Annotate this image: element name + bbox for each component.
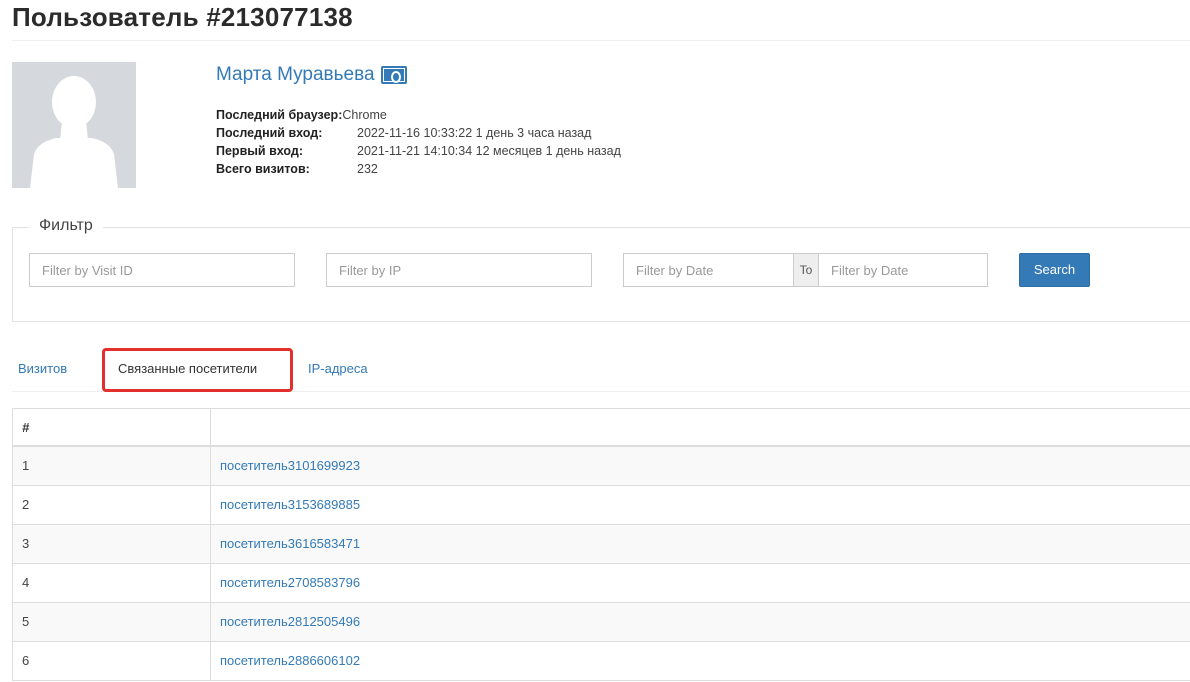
visitor-link[interactable]: посетитель2886606102 (211, 642, 1190, 680)
date-range-to-label: To (794, 253, 818, 287)
row-number: 2 (13, 486, 211, 524)
table-row: 6 посетитель2886606102 (13, 642, 1190, 681)
table-row: 1 посетитель3101699923 (13, 447, 1190, 486)
row-number: 5 (13, 603, 211, 641)
row-number: 6 (13, 642, 211, 680)
filter-panel: Фильтр To Search (12, 217, 1190, 322)
active-tab-highlight (102, 348, 293, 392)
table-row: 3 посетитель3616583471 (13, 525, 1190, 564)
visitor-link[interactable]: посетитель3153689885 (211, 486, 1190, 524)
user-name-link[interactable]: Марта Муравьева (216, 64, 375, 86)
browser-value: Chrome (342, 108, 387, 122)
visitor-link[interactable]: посетитель3616583471 (211, 525, 1190, 563)
row-number: 4 (13, 564, 211, 602)
ip-filter-input[interactable] (326, 253, 592, 287)
table-row: 4 посетитель2708583796 (13, 564, 1190, 603)
date-from-input[interactable] (623, 253, 794, 287)
last-login-value: 2022-11-16 10:33:22 1 день 3 часа назад (357, 126, 592, 140)
search-button[interactable]: Search (1019, 253, 1090, 287)
row-number: 3 (13, 525, 211, 563)
header-name (211, 409, 1190, 445)
row-number: 1 (13, 447, 211, 485)
related-visitors-table: # 1 посетитель3101699923 2 посетитель315… (12, 408, 1190, 681)
visits-label: Всего визитов: (216, 162, 310, 176)
table-row: 2 посетитель3153689885 (13, 486, 1190, 525)
user-silhouette-icon (12, 62, 136, 188)
first-login-label: Первый вход: (216, 144, 303, 158)
visitor-link[interactable]: посетитель2708583796 (211, 564, 1190, 602)
first-login-value: 2021-11-21 14:10:34 12 месяцев 1 день на… (357, 144, 621, 158)
browser-label: Последний браузер: (216, 108, 343, 122)
last-login-label: Последний вход: (216, 126, 323, 140)
info-visits: Всего визитов: 232 (216, 160, 621, 178)
visit-id-filter-input[interactable] (29, 253, 295, 287)
visitor-link[interactable]: посетитель3101699923 (211, 447, 1190, 485)
filter-legend: Фильтр (29, 217, 103, 235)
user-info: Последний браузер: Chrome Последний вход… (216, 106, 621, 178)
title-divider (12, 40, 1190, 41)
visits-value: 232 (357, 162, 378, 176)
table-header-row: # (13, 409, 1190, 447)
info-last-login: Последний вход: 2022-11-16 10:33:22 1 де… (216, 124, 621, 142)
tab-visits[interactable]: Визитов (18, 348, 67, 392)
info-first-login: Первый вход: 2021-11-21 14:10:34 12 меся… (216, 142, 621, 160)
date-to-input[interactable] (818, 253, 988, 287)
money-icon (380, 66, 407, 84)
user-name-row: Марта Муравьева (216, 64, 407, 86)
visitor-link[interactable]: посетитель2812505496 (211, 603, 1190, 641)
page-title: Пользователь #213077138 (12, 2, 353, 32)
header-number: # (13, 409, 211, 445)
info-browser: Последний браузер: Chrome (216, 106, 621, 124)
avatar (12, 62, 136, 188)
table-row: 5 посетитель2812505496 (13, 603, 1190, 642)
tab-bar: Визитов Связанные посетители IP-адреса (12, 348, 1190, 392)
tab-ip-addresses[interactable]: IP-адреса (308, 348, 368, 392)
